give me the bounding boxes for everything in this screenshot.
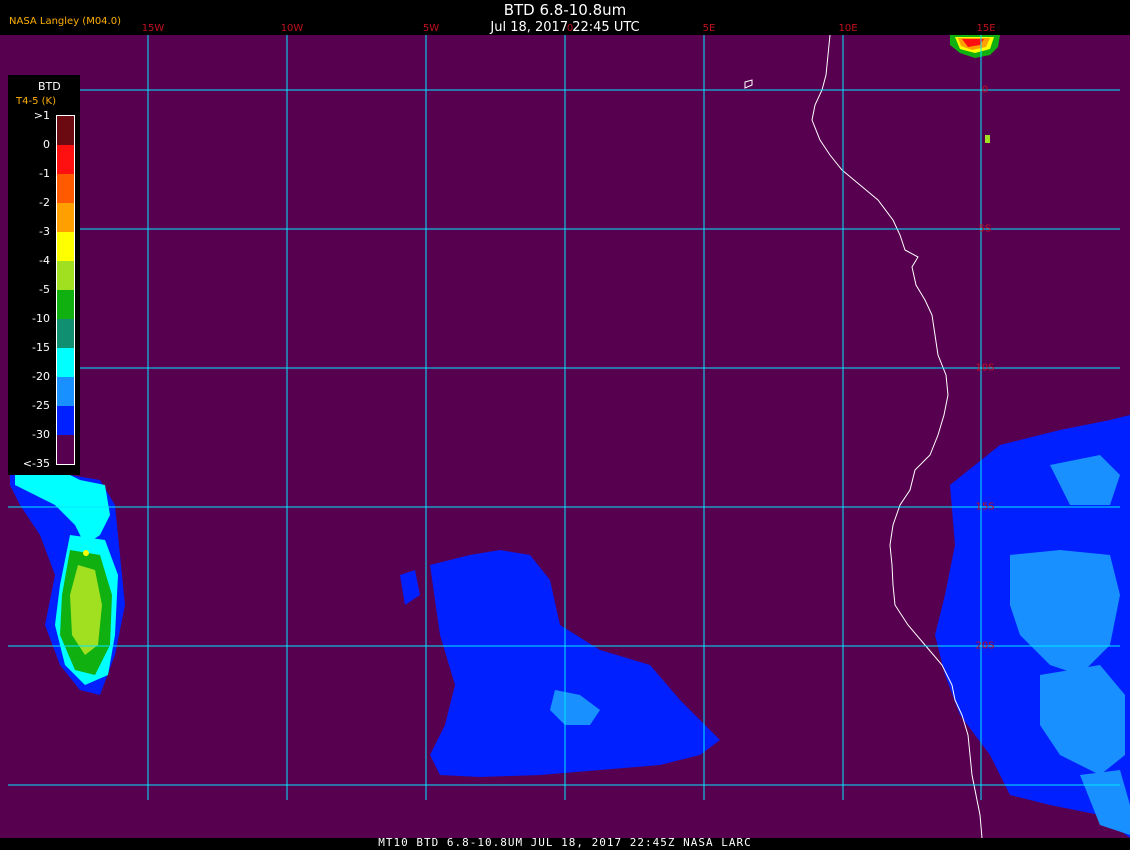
colorbar-tick-label: -10: [32, 312, 50, 325]
colorbar-swatch: [57, 348, 74, 377]
colorbar-swatch: [57, 377, 74, 406]
colorbar-swatch: [57, 406, 74, 435]
colorbar-tick-label: -1: [39, 167, 50, 180]
footer-caption: MT10 BTD 6.8-10.8UM JUL 18, 2017 22:45Z …: [378, 836, 752, 849]
colorbar-swatches: [56, 115, 75, 465]
longitude-label: 5E: [702, 23, 716, 34]
colorbar-swatch: [57, 319, 74, 348]
latitude-label: 5S: [978, 223, 992, 235]
image-title: BTD 6.8-10.8um: [503, 1, 627, 19]
colorbar-tick-label: -3: [39, 225, 50, 238]
colorbar-tick-label: -15: [32, 341, 50, 354]
longitude-label: 15E: [976, 23, 996, 34]
latitude-label: 0: [981, 84, 989, 96]
colorbar-swatch: [57, 232, 74, 261]
colorbar-swatch: [57, 290, 74, 319]
longitude-label: 10W: [280, 23, 304, 34]
colorbar-tick-label: -25: [32, 399, 50, 412]
colorbar-tick-label: -5: [39, 283, 50, 296]
colorbar-swatch: [57, 261, 74, 290]
longitude-label: 0: [566, 23, 574, 34]
latitude-label: 10S: [975, 362, 995, 374]
colorbar-swatch: [57, 116, 74, 145]
colorbar-legend: BTD T4-5 (K) >1 0 -1 -2 -3 -4 -5 -10 -15 -20 -25 -3…: [8, 75, 80, 475]
image-timestamp: Jul 18, 2017 22:45 UTC: [490, 20, 640, 35]
colorbar-tick-label: >1: [33, 109, 50, 122]
longitude-label: 15W: [141, 23, 165, 34]
colorbar-swatch: [57, 145, 74, 174]
colorbar-tick-label: 0: [43, 138, 50, 151]
colorbar-tick-label: -30: [32, 428, 50, 441]
colorbar-swatch: [57, 203, 74, 232]
colorbar-tick-label: <-35: [22, 457, 50, 470]
colorbar-units: T4-5 (K): [16, 96, 56, 107]
credit-label: NASA Langley (M04.0): [9, 16, 121, 27]
colorbar-tick-label: -2: [39, 196, 50, 209]
colorbar-tick-label: -4: [39, 254, 50, 267]
satellite-map: 15W 10W 5W 0 5E 10E 15E 0 5S 10S 15S 20S BTD T4-5 …: [0, 23, 1130, 838]
colorbar-swatch: [57, 174, 74, 203]
longitude-label: 5W: [422, 23, 440, 34]
latitude-label: 20S: [975, 640, 995, 652]
colorbar-swatch: [57, 435, 74, 464]
colorbar-title: BTD: [38, 80, 61, 93]
latitude-label: 15S: [975, 501, 995, 513]
colorbar-tick-label: -20: [32, 370, 50, 383]
longitude-label: 10E: [838, 23, 858, 34]
